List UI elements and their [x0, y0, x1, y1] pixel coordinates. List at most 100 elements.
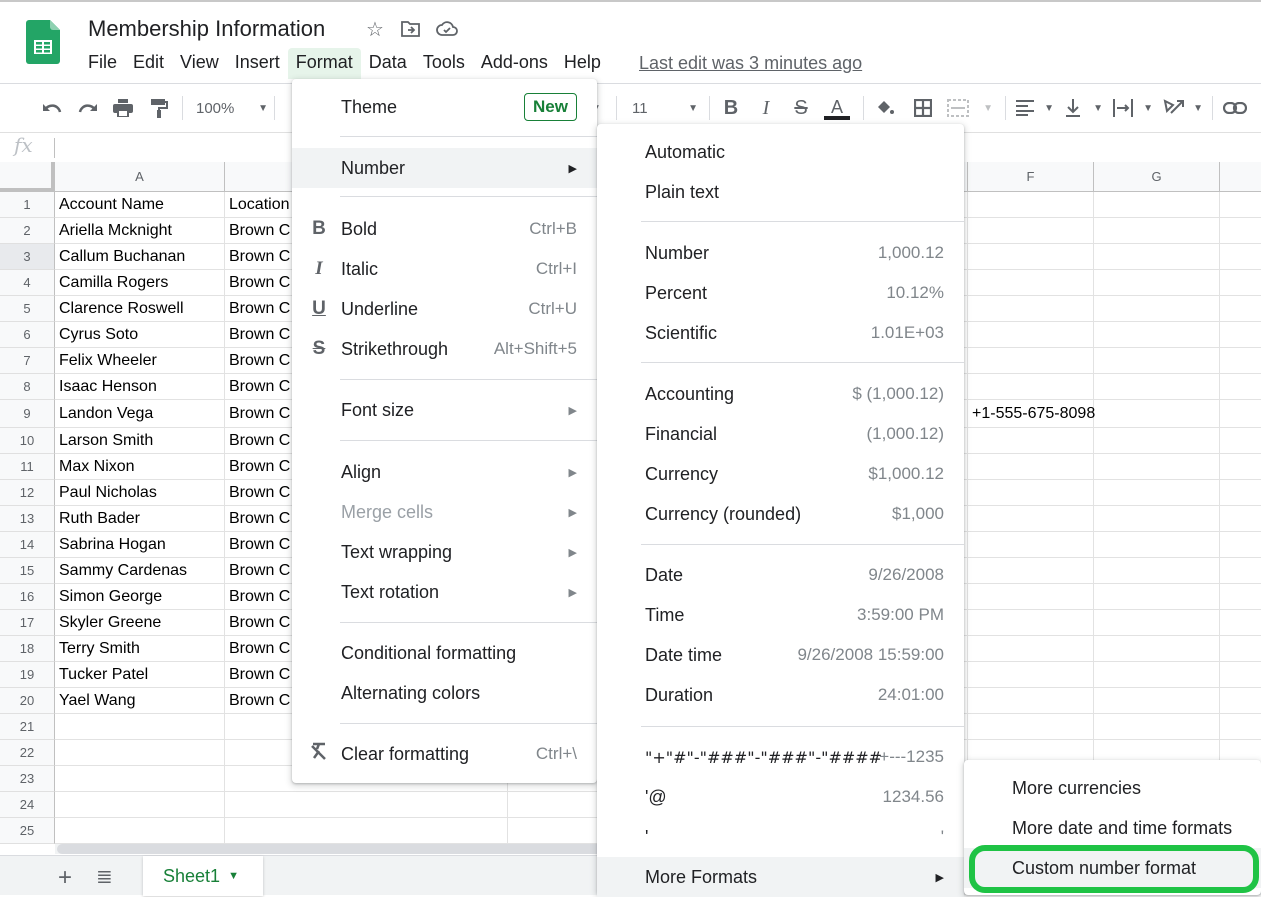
- row-header[interactable]: 10: [0, 428, 55, 454]
- grid-cell[interactable]: [1094, 296, 1220, 322]
- more-date-time-formats-item[interactable]: More date and time formats: [964, 808, 1261, 848]
- vertical-align-icon[interactable]: ▼: [1065, 96, 1103, 120]
- grid-cell[interactable]: [1094, 192, 1220, 218]
- paint-format-icon[interactable]: [147, 96, 171, 120]
- format-percent[interactable]: Percent 10.12%: [597, 273, 964, 313]
- menu-item-number[interactable]: Number ▶: [292, 148, 597, 188]
- grid-cell[interactable]: [1094, 584, 1220, 610]
- grid-cell[interactable]: [55, 792, 225, 818]
- grid-cell[interactable]: [225, 792, 508, 818]
- grid-cell[interactable]: [1094, 322, 1220, 348]
- grid-cell[interactable]: [1220, 270, 1261, 296]
- grid-cell[interactable]: Simon George: [55, 584, 225, 610]
- row-header[interactable]: 23: [0, 766, 55, 792]
- row-header[interactable]: 17: [0, 610, 55, 636]
- grid-cell[interactable]: [225, 818, 508, 844]
- grid-cell[interactable]: Clarence Roswell: [55, 296, 225, 322]
- row-header[interactable]: 6: [0, 322, 55, 348]
- grid-cell[interactable]: Ruth Bader: [55, 506, 225, 532]
- grid-cell[interactable]: [1220, 610, 1261, 636]
- grid-cell[interactable]: [968, 374, 1094, 400]
- row-header[interactable]: 2: [0, 218, 55, 244]
- grid-cell[interactable]: [1094, 532, 1220, 558]
- grid-cell[interactable]: [1094, 558, 1220, 584]
- grid-cell[interactable]: [1094, 348, 1220, 374]
- grid-cell[interactable]: [1220, 714, 1261, 740]
- menu-addons[interactable]: Add-ons: [473, 48, 556, 79]
- text-color-icon[interactable]: A: [824, 96, 850, 120]
- text-wrap-icon[interactable]: ▼: [1113, 96, 1153, 120]
- row-header[interactable]: 11: [0, 454, 55, 480]
- grid-cell[interactable]: [1094, 636, 1220, 662]
- grid-cell[interactable]: [1094, 662, 1220, 688]
- sheets-logo-icon[interactable]: [26, 20, 60, 64]
- row-header[interactable]: 24: [0, 792, 55, 818]
- grid-cell[interactable]: Landon Vega: [55, 400, 225, 428]
- grid-cell[interactable]: [1094, 374, 1220, 400]
- font-size-select[interactable]: 11 ▼: [632, 96, 698, 120]
- grid-cell[interactable]: Sammy Cardenas: [55, 558, 225, 584]
- format-currency[interactable]: Currency $1,000.12: [597, 454, 964, 494]
- grid-cell[interactable]: [1094, 480, 1220, 506]
- grid-cell[interactable]: [968, 480, 1094, 506]
- grid-cell[interactable]: [1220, 348, 1261, 374]
- menu-item-conditional-formatting[interactable]: Conditional formatting: [292, 633, 597, 673]
- grid-cell[interactable]: Sabrina Hogan: [55, 532, 225, 558]
- format-custom-phone[interactable]: "+"#"-"###"-"###"-"#### +---1235: [597, 737, 964, 777]
- row-header[interactable]: 15: [0, 558, 55, 584]
- row-header[interactable]: 22: [0, 740, 55, 766]
- row-header[interactable]: 9: [0, 400, 55, 428]
- row-header[interactable]: 1: [0, 192, 55, 218]
- grid-cell[interactable]: [1220, 244, 1261, 270]
- redo-icon[interactable]: [76, 96, 100, 120]
- grid-cell[interactable]: +1-555-675-8098: [968, 400, 1095, 428]
- grid-cell[interactable]: Felix Wheeler: [55, 348, 225, 374]
- more-currencies-item[interactable]: More currencies: [964, 768, 1261, 808]
- grid-cell[interactable]: [968, 610, 1094, 636]
- merge-cells-icon[interactable]: ▼: [947, 96, 993, 120]
- menu-help[interactable]: Help: [556, 48, 609, 79]
- column-header-g[interactable]: G: [1094, 162, 1220, 192]
- grid-cell[interactable]: [1220, 428, 1261, 454]
- custom-number-format-item[interactable]: Custom number format: [964, 848, 1261, 888]
- menu-item-text-rotation[interactable]: Text rotation ▶: [292, 572, 597, 612]
- row-header[interactable]: 12: [0, 480, 55, 506]
- grid-cell[interactable]: Terry Smith: [55, 636, 225, 662]
- grid-cell[interactable]: [1220, 218, 1261, 244]
- menu-item-theme[interactable]: Theme New: [292, 87, 597, 127]
- menu-item-text-wrapping[interactable]: Text wrapping ▶: [292, 532, 597, 572]
- cloud-saved-icon[interactable]: [436, 18, 458, 40]
- format-number[interactable]: Number 1,000.12: [597, 233, 964, 273]
- grid-cell[interactable]: [1094, 688, 1220, 714]
- move-to-folder-icon[interactable]: [400, 18, 422, 40]
- column-header-h[interactable]: [1220, 162, 1261, 192]
- grid-cell[interactable]: [1220, 374, 1261, 400]
- grid-cell[interactable]: [1094, 244, 1220, 270]
- menu-item-font-size[interactable]: Font size ▶: [292, 390, 597, 430]
- grid-cell[interactable]: [968, 558, 1094, 584]
- grid-cell[interactable]: Tucker Patel: [55, 662, 225, 688]
- grid-cell[interactable]: [1220, 192, 1261, 218]
- grid-cell[interactable]: [968, 244, 1094, 270]
- menu-edit[interactable]: Edit: [125, 48, 172, 79]
- row-header[interactable]: 14: [0, 532, 55, 558]
- grid-cell[interactable]: Skyler Greene: [55, 610, 225, 636]
- column-header-f[interactable]: F: [968, 162, 1094, 192]
- format-financial[interactable]: Financial (1,000.12): [597, 414, 964, 454]
- row-header[interactable]: 5: [0, 296, 55, 322]
- format-custom-quote[interactable]: ' ': [597, 817, 964, 857]
- grid-cell[interactable]: Ariella Mcknight: [55, 218, 225, 244]
- grid-cell[interactable]: [968, 688, 1094, 714]
- menu-item-merge-cells[interactable]: Merge cells ▶: [292, 492, 597, 532]
- menu-data[interactable]: Data: [361, 48, 415, 79]
- menu-format[interactable]: Format: [287, 48, 361, 79]
- grid-cell[interactable]: [968, 636, 1094, 662]
- bold-icon[interactable]: B: [720, 96, 742, 120]
- format-time[interactable]: Time 3:59:00 PM: [597, 595, 964, 635]
- grid-cell[interactable]: Camilla Rogers: [55, 270, 225, 296]
- menu-item-underline[interactable]: U Underline Ctrl+U: [292, 289, 597, 329]
- row-header[interactable]: 20: [0, 688, 55, 714]
- menu-item-strikethrough[interactable]: S Strikethrough Alt+Shift+5: [292, 329, 597, 369]
- menu-view[interactable]: View: [172, 48, 227, 79]
- grid-cell[interactable]: [1094, 610, 1220, 636]
